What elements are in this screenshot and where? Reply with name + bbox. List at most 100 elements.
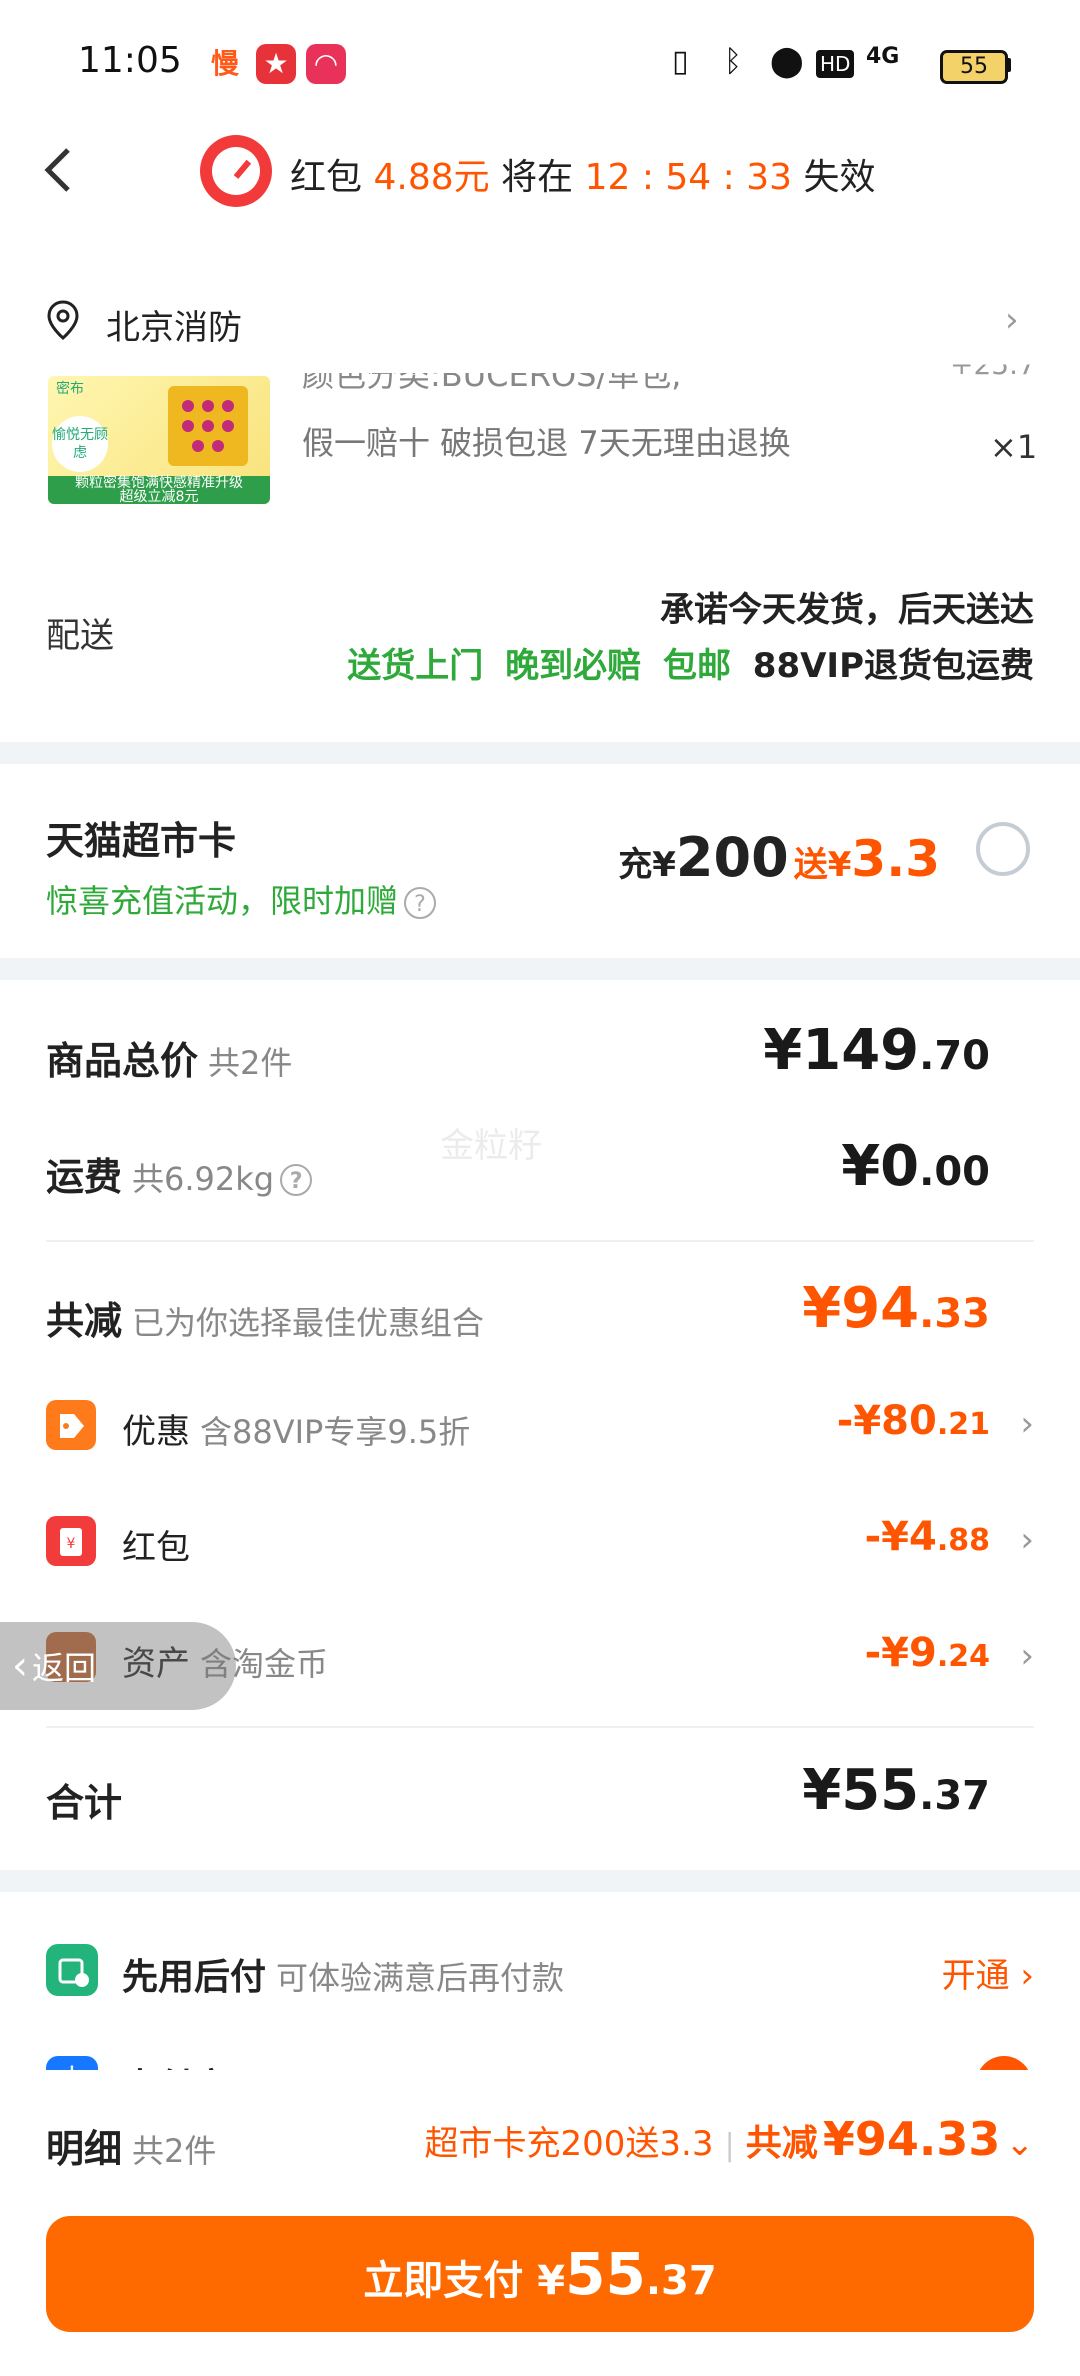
shipping-vip-tag: 88VIP退货包运费 bbox=[752, 646, 1034, 686]
discount-label: 优惠 bbox=[122, 1412, 190, 1452]
goods-label-text: 商品总价 bbox=[46, 1039, 199, 1083]
amount-dec: .21 bbox=[936, 1407, 990, 1442]
amount-int: ¥55 bbox=[802, 1758, 920, 1823]
goods-total-amount: ¥149.70 bbox=[763, 1018, 990, 1083]
redpacket-icon: ¥ bbox=[46, 1516, 96, 1566]
bottom-savings-summary[interactable]: 超市卡充200送3.3 | 共减 ¥94.33 ⌄ bbox=[425, 2112, 1034, 2166]
coupon-tag-icon bbox=[46, 1400, 96, 1450]
product-quantity: ×1 bbox=[990, 428, 1038, 466]
freight-weight: 共6.92kg bbox=[132, 1160, 275, 1198]
location-pin-icon bbox=[47, 300, 79, 340]
timer-icon bbox=[200, 135, 272, 207]
header-mid: 将在 bbox=[501, 157, 574, 198]
strip-line-1: 颗粒密集饱满快感精准升级 bbox=[75, 475, 243, 491]
status-time: 11:05 bbox=[78, 40, 182, 81]
address-text: 北京消防 bbox=[106, 308, 242, 348]
freight-label: 运费 共6.92kg? bbox=[46, 1146, 313, 1201]
detail-label[interactable]: 明细 共2件 bbox=[46, 2118, 216, 2173]
goods-total-label: 商品总价 共2件 bbox=[46, 1030, 292, 1085]
freight-amount: ¥0.00 bbox=[841, 1134, 990, 1199]
discount-amount: -¥9.24 bbox=[865, 1630, 990, 1676]
amount-dec: .24 bbox=[936, 1639, 990, 1674]
header-prefix: 红包 bbox=[290, 157, 363, 198]
pay-later-title: 先用后付 bbox=[122, 1957, 267, 1998]
total-amount: ¥55.37 bbox=[802, 1758, 990, 1823]
divider-line bbox=[46, 1726, 1034, 1728]
chevron-right-icon[interactable]: › bbox=[1020, 1520, 1034, 1560]
offer-charge: 充 bbox=[618, 845, 653, 885]
pay-dec: .37 bbox=[645, 2258, 717, 2304]
product-image-top-text: 密布 bbox=[56, 381, 84, 397]
reduce-label-text: 共减 bbox=[46, 1299, 123, 1343]
offer-gift-amount: 3.3 bbox=[851, 830, 940, 888]
help-icon[interactable]: ? bbox=[280, 1163, 313, 1196]
product-image-badge: 愉悦无顾虑 bbox=[52, 416, 108, 472]
pay-int: 55 bbox=[565, 2240, 646, 2308]
pay-currency: ¥ bbox=[537, 2258, 566, 2304]
offer-gift: 送 bbox=[793, 845, 828, 885]
header-redpacket-notice: 红包 4.88元 将在 12 : 54 : 33 失效 bbox=[290, 148, 876, 200]
vibrate-icon: ▯ bbox=[672, 44, 689, 79]
section-divider bbox=[0, 1870, 1080, 1892]
pay-now-button[interactable]: 立即支付 ¥55.37 bbox=[46, 2216, 1034, 2332]
battery-icon: 55 bbox=[940, 50, 1008, 84]
svg-text:¥: ¥ bbox=[67, 1536, 76, 1552]
product-guarantees: 假一赔十 破损包退 7天无理由退换 bbox=[302, 424, 791, 462]
reduce-amount: ¥94.33 bbox=[802, 1276, 990, 1341]
supermarket-card-offer[interactable]: 充¥200 送¥3.3 bbox=[618, 826, 940, 889]
separator: | bbox=[724, 2128, 735, 2163]
subtitle-text: 惊喜充值活动，限时加赠 bbox=[46, 882, 399, 920]
return-label: 返回 bbox=[32, 1649, 97, 1687]
header-countdown: 12 : 54 : 33 bbox=[584, 157, 793, 198]
reduce-label: 共减 已为你选择最佳优惠组合 bbox=[46, 1290, 484, 1345]
discount-row-coupon[interactable]: 优惠 含88VIP专享9.5折 bbox=[122, 1404, 470, 1453]
floating-return-button[interactable]: ‹ 返回 bbox=[0, 1622, 236, 1710]
discount-label: 红包 bbox=[122, 1528, 190, 1568]
signal-icon: 4G bbox=[866, 44, 900, 69]
product-image-strip: 颗粒密集饱满快感精准升级 超级立减8元 bbox=[48, 476, 270, 504]
shipping-tag: 包邮 bbox=[662, 646, 731, 686]
shipping-tags: 送货上门 晚到必赔 包邮 88VIP退货包运费 bbox=[347, 638, 1034, 687]
amount-dec: .88 bbox=[936, 1523, 990, 1558]
product-image[interactable]: 密布 愉悦无顾虑 颗粒密集饱满快感精准升级 超级立减8元 bbox=[48, 376, 270, 504]
chevron-right-icon[interactable]: › bbox=[1020, 1404, 1034, 1444]
divider-line bbox=[46, 1240, 1034, 1242]
supermarket-card-radio[interactable] bbox=[976, 822, 1030, 876]
header-suffix: 失效 bbox=[803, 157, 876, 198]
amount-int: -¥4 bbox=[864, 1514, 937, 1560]
offer-amount: 200 bbox=[675, 826, 789, 889]
pay-later-icon bbox=[46, 1944, 98, 1996]
pay-later-activate-link[interactable]: 开通 › bbox=[942, 1948, 1034, 1997]
discount-row-redpacket[interactable]: 红包 bbox=[122, 1520, 190, 1569]
freight-label-text: 运费 bbox=[46, 1155, 123, 1199]
pay-later-note: 可体验满意后再付款 bbox=[276, 1959, 565, 1997]
amount-dec: .37 bbox=[919, 1773, 990, 1819]
strip-line-2: 超级立减8元 bbox=[119, 489, 199, 504]
offer-gift-currency: ¥ bbox=[827, 845, 852, 885]
watermark: 金粒籽 bbox=[440, 1126, 542, 1166]
reduce-note: 已为你选择最佳优惠组合 bbox=[132, 1304, 485, 1342]
shipping-label: 配送 bbox=[46, 616, 114, 656]
card-promo: 超市卡充200送3.3 bbox=[424, 2124, 714, 2164]
back-button[interactable] bbox=[38, 140, 78, 200]
header-amount: 4.88元 bbox=[373, 157, 490, 198]
amount-dec: .70 bbox=[919, 1033, 990, 1079]
location-icon: ⬤ bbox=[770, 44, 804, 79]
amount-int: -¥80 bbox=[836, 1398, 937, 1444]
pay-later-row[interactable]: 先用后付 可体验满意后再付款 bbox=[122, 1948, 564, 2000]
help-icon[interactable]: ? bbox=[404, 887, 437, 919]
section-divider bbox=[0, 742, 1080, 764]
supermarket-card-title: 天猫超市卡 bbox=[46, 819, 237, 863]
reduce-label: 共减 bbox=[745, 2123, 818, 2164]
shipping-tag: 送货上门 bbox=[347, 646, 484, 686]
chevron-right-icon[interactable]: › bbox=[1020, 1636, 1034, 1676]
detail-label-text: 明细 bbox=[46, 2127, 123, 2171]
offer-currency: ¥ bbox=[652, 845, 676, 885]
goods-count: 共2件 bbox=[208, 1044, 293, 1082]
chevron-left-icon bbox=[44, 148, 70, 192]
app-notification-icon: 慢 bbox=[210, 47, 239, 80]
total-label: 合计 bbox=[46, 1781, 123, 1825]
amount-int: ¥0 bbox=[841, 1134, 920, 1199]
discount-amount: -¥80.21 bbox=[837, 1398, 990, 1444]
detail-count: 共2件 bbox=[132, 2132, 217, 2170]
